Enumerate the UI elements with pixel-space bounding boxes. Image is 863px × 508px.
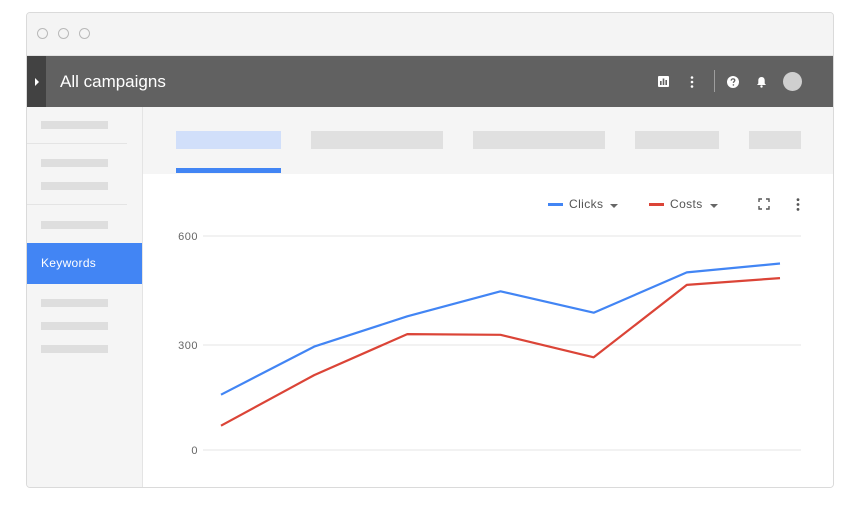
tab-placeholder[interactable] [749, 131, 801, 149]
data-point-clicks[interactable] [778, 261, 783, 266]
legend-swatch-costs [649, 202, 664, 206]
window-maximize-button[interactable] [79, 28, 90, 39]
notifications-button[interactable] [754, 56, 768, 107]
legend-costs-dropdown[interactable]: Costs [649, 196, 718, 212]
legend-swatch-clicks [548, 202, 563, 206]
sidebar-item-placeholder[interactable] [41, 182, 108, 190]
chart-panel: 600 300 0 Clicks Costs [143, 174, 833, 487]
tab-placeholder[interactable] [473, 131, 605, 149]
data-point-clicks[interactable] [684, 270, 689, 275]
fullscreen-icon [758, 198, 770, 210]
reports-button[interactable] [656, 56, 670, 107]
avatar[interactable] [783, 72, 802, 91]
sidebar-divider [27, 204, 127, 205]
chevron-down-icon [709, 203, 718, 208]
legend-label-costs: Costs [670, 197, 703, 211]
y-tick-label: 0 [191, 445, 198, 457]
data-point-costs[interactable] [778, 276, 783, 281]
sidebar-item-placeholder[interactable] [41, 345, 108, 353]
data-point-clicks[interactable] [312, 344, 317, 349]
data-point-costs[interactable] [219, 423, 224, 428]
chart-more-options-button[interactable] [793, 196, 803, 212]
data-point-clicks[interactable] [219, 392, 224, 397]
help-button[interactable] [726, 56, 740, 107]
window-close-button[interactable] [37, 28, 48, 39]
data-point-costs[interactable] [405, 332, 410, 337]
app-bar: All campaigns [27, 56, 833, 107]
fullscreen-button[interactable] [757, 196, 771, 212]
window-minimize-button[interactable] [58, 28, 69, 39]
page-title: All campaigns [60, 72, 166, 91]
more-vert-icon [690, 75, 694, 88]
more-options-button[interactable] [687, 56, 697, 107]
sidebar-item-label: Keywords [41, 256, 97, 270]
bar-chart-icon [657, 76, 669, 87]
chevron-down-icon [610, 203, 619, 208]
help-icon [727, 75, 739, 88]
sidebar-item-placeholder[interactable] [41, 159, 108, 167]
data-point-costs[interactable] [591, 355, 596, 360]
legend-label-clicks: Clicks [569, 197, 604, 211]
legend-clicks-dropdown[interactable]: Clicks [548, 196, 619, 212]
sidebar-item-placeholder[interactable] [41, 221, 108, 229]
y-tick-label: 600 [178, 231, 198, 243]
data-point-costs[interactable] [498, 332, 503, 337]
tab-placeholder[interactable] [311, 131, 443, 149]
tab-placeholder[interactable] [635, 131, 719, 149]
y-tick-label: 300 [178, 340, 198, 352]
appbar-divider [714, 70, 715, 92]
tab-bar [143, 107, 833, 174]
menu-expand-icon [34, 77, 39, 86]
sidebar-item-placeholder[interactable] [41, 322, 108, 330]
sidebar: Keywords [27, 107, 143, 487]
tab-active[interactable] [176, 131, 281, 149]
data-point-clicks[interactable] [498, 289, 503, 294]
data-point-costs[interactable] [312, 373, 317, 378]
data-point-clicks[interactable] [591, 310, 596, 315]
chart-gridlines [203, 235, 801, 451]
window-titlebar [27, 13, 833, 56]
notifications-icon [756, 76, 766, 88]
line-chart: 600 300 0 [178, 231, 801, 457]
sidebar-item-keywords[interactable]: Keywords [27, 243, 142, 284]
browser-window: All campaigns Keywords 600 300 0 Clicks … [26, 12, 834, 488]
sidebar-divider [27, 143, 127, 144]
active-tab-indicator [176, 168, 281, 173]
data-point-costs[interactable] [684, 282, 689, 287]
sidebar-item-placeholder[interactable] [41, 121, 108, 129]
data-point-clicks[interactable] [405, 314, 410, 319]
sidebar-item-placeholder[interactable] [41, 299, 108, 307]
more-vert-icon [796, 197, 800, 211]
menu-expand-button[interactable] [27, 56, 46, 107]
